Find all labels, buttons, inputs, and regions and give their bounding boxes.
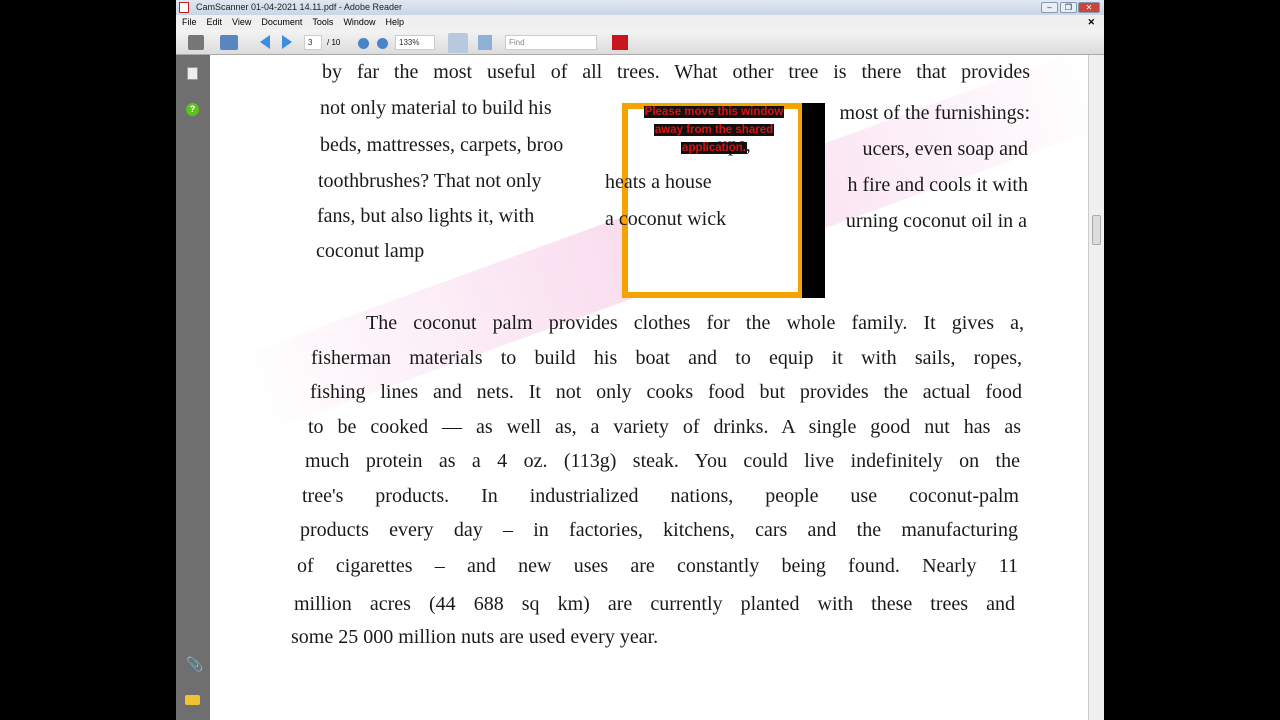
zoom-level-select[interactable]: 133% bbox=[395, 35, 435, 50]
text-line: of cigarettes – and new uses are constan… bbox=[297, 555, 1018, 577]
text-line: products every day – in factories, kitch… bbox=[300, 519, 1018, 541]
text-line: by far the most useful of all trees. Wha… bbox=[322, 61, 1030, 83]
maximize-button[interactable]: ❐ bbox=[1060, 2, 1077, 13]
text-line: The coconut palm provides clothes for th… bbox=[366, 312, 1024, 334]
pdf-app-icon bbox=[179, 2, 189, 13]
text-line: ucers, even soap and bbox=[862, 138, 1029, 160]
close-document-icon[interactable]: ✕ bbox=[1087, 15, 1095, 30]
overlay-text: a coconut wick bbox=[605, 208, 727, 230]
text-line: much protein as a 4 oz. (113g) steak. Yo… bbox=[305, 450, 1020, 472]
vertical-scrollbar[interactable] bbox=[1088, 55, 1104, 720]
text-line: fishing lines and nets. It not only cook… bbox=[310, 381, 1022, 403]
scroll-mode-icon[interactable] bbox=[448, 33, 468, 53]
scrollbar-thumb[interactable] bbox=[1092, 215, 1101, 245]
help-icon[interactable]: ? bbox=[186, 103, 199, 116]
comment-icon[interactable] bbox=[185, 695, 200, 705]
screen-share-warning: Please move this window away from the sh… bbox=[634, 103, 794, 157]
next-page-icon[interactable] bbox=[282, 35, 292, 49]
menu-edit[interactable]: Edit bbox=[207, 17, 223, 27]
text-line: to be cooked — as well as, a variety of … bbox=[308, 416, 1021, 438]
zoom-out-icon[interactable] bbox=[358, 38, 369, 49]
page-total: / 10 bbox=[327, 38, 341, 47]
menu-window[interactable]: Window bbox=[343, 17, 375, 27]
pdf-page: by far the most useful of all trees. Wha… bbox=[210, 55, 1088, 720]
print-icon[interactable] bbox=[188, 35, 204, 50]
text-line: toothbrushes? That not only bbox=[318, 170, 542, 192]
title-bar: CamScanner 01-04-2021 14.11.pdf - Adobe … bbox=[176, 0, 1104, 15]
text-line: million acres (44 688 sq km) are current… bbox=[294, 593, 1015, 615]
pages-icon[interactable] bbox=[187, 67, 198, 80]
text-line: beds, mattresses, carpets, broo bbox=[320, 134, 564, 156]
overlay-black-bar bbox=[802, 103, 825, 298]
text-line: most of the furnishings: bbox=[839, 102, 1030, 124]
attachment-icon[interactable]: 📎 bbox=[186, 656, 203, 673]
find-input[interactable]: Find bbox=[505, 35, 597, 50]
menu-view[interactable]: View bbox=[232, 17, 251, 27]
text-line: fans, but also lights it, with bbox=[317, 205, 535, 227]
acrobat-icon[interactable] bbox=[612, 35, 628, 50]
text-line: tree's products. In industrialized natio… bbox=[302, 485, 1019, 507]
text-line: not only material to build his bbox=[320, 97, 552, 119]
zoom-in-icon[interactable] bbox=[377, 38, 388, 49]
adobe-reader-window: CamScanner 01-04-2021 14.11.pdf - Adobe … bbox=[176, 0, 1104, 720]
page-number-input[interactable]: 3 bbox=[304, 35, 322, 50]
fit-page-icon[interactable] bbox=[478, 35, 492, 50]
text-line: coconut lamp bbox=[316, 240, 425, 262]
menu-help[interactable]: Help bbox=[385, 17, 404, 27]
warning-line: away from the shared bbox=[653, 124, 775, 136]
text-line: some 25 000 million nuts are used every … bbox=[291, 626, 659, 648]
menu-file[interactable]: File bbox=[182, 17, 197, 27]
warning-line: Please move this window bbox=[643, 106, 785, 118]
text-line: h fire and cools it with bbox=[847, 174, 1028, 196]
text-line: urning coconut oil in a bbox=[845, 210, 1027, 232]
menu-bar: File Edit View Document Tools Window Help ✕ bbox=[176, 15, 1104, 30]
window-title: CamScanner 01-04-2021 14.11.pdf - Adobe … bbox=[196, 2, 402, 12]
minimize-button[interactable]: – bbox=[1041, 2, 1058, 13]
menu-document[interactable]: Document bbox=[261, 17, 302, 27]
overlay-text: heats a house bbox=[605, 171, 712, 193]
navigation-panel: ? 📎 bbox=[176, 55, 210, 720]
close-button[interactable]: ✕ bbox=[1078, 2, 1100, 13]
text-line: fisherman materials to build his boat an… bbox=[311, 347, 1022, 369]
toolbar: 3 / 10 133% Find bbox=[176, 30, 1104, 55]
previous-page-icon[interactable] bbox=[260, 35, 270, 49]
share-icon[interactable] bbox=[220, 35, 238, 50]
warning-line: application. bbox=[681, 142, 747, 154]
menu-tools[interactable]: Tools bbox=[312, 17, 333, 27]
